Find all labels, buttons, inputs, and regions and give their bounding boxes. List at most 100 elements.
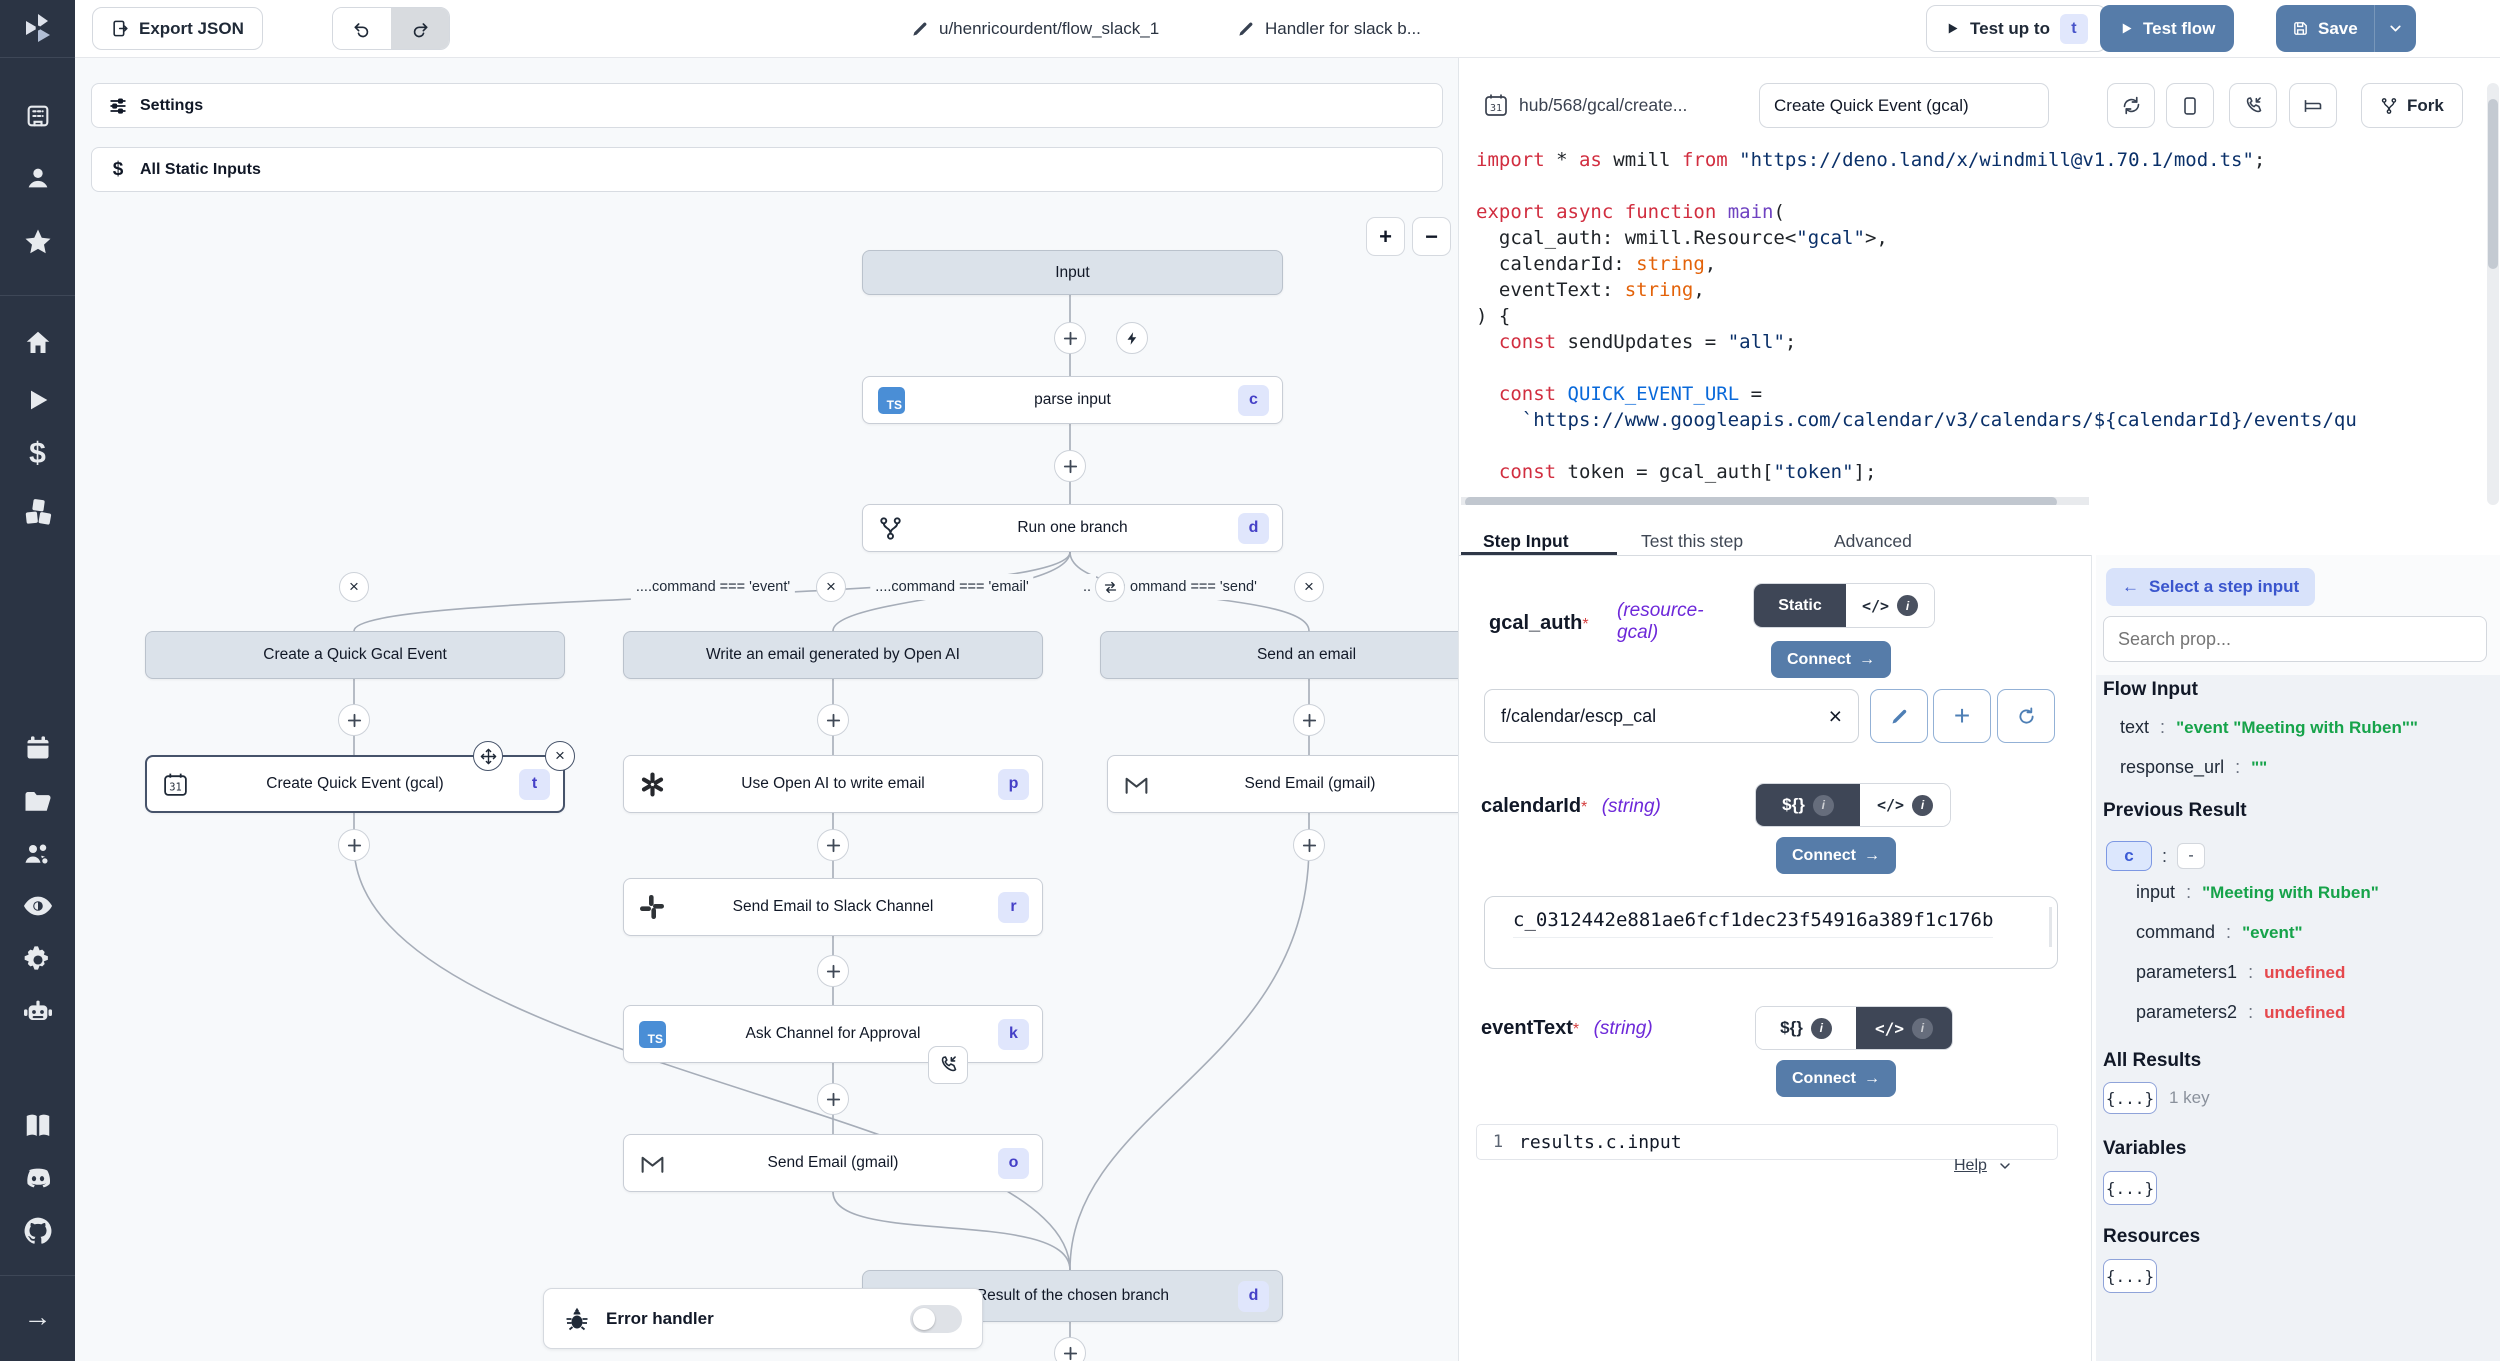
add-step-button[interactable]	[817, 1083, 849, 1115]
static-mode-button[interactable]: Static	[1754, 584, 1846, 627]
sleep-icon-button[interactable]	[2289, 83, 2337, 128]
branch-header[interactable]: Send an email	[1100, 631, 1458, 679]
github-icon[interactable]	[0, 1209, 75, 1253]
add-step-button[interactable]	[338, 829, 370, 861]
export-json-button[interactable]: Export JSON	[92, 7, 263, 50]
audit-eye-icon[interactable]	[0, 884, 75, 928]
calendarid-connect-button[interactable]: Connect→	[1776, 837, 1896, 874]
tab-advanced[interactable]: Advanced	[1834, 519, 1912, 563]
add-step-button[interactable]	[1054, 322, 1086, 354]
company-icon[interactable]	[0, 94, 75, 138]
step-node-openai[interactable]: Use Open AI to write email p	[623, 755, 1043, 813]
step-node-gmail-send[interactable]: Send Email (gmail)	[1107, 755, 1458, 813]
move-step-icon[interactable]	[473, 741, 503, 771]
schedules-calendar-icon[interactable]	[0, 726, 75, 770]
folders-icon[interactable]	[0, 780, 75, 824]
suspend-phone-icon[interactable]	[928, 1046, 968, 1084]
undo-button[interactable]	[333, 8, 391, 49]
clear-resource-icon[interactable]: ×	[1829, 703, 1842, 730]
collapse-arrow-icon[interactable]: →	[0, 1295, 75, 1339]
settings-gear-icon[interactable]	[0, 938, 75, 982]
delete-branch-icon[interactable]: ×	[816, 572, 846, 602]
edit-resource-button[interactable]	[1870, 689, 1928, 743]
prop-row-input[interactable]: input : "Meeting with Ruben"	[2136, 882, 2379, 903]
error-handler-toggle[interactable]	[910, 1305, 962, 1333]
object-badge[interactable]: {...}	[2103, 1082, 2157, 1114]
code-editor[interactable]: import * as wmill from "https://deno.lan…	[1476, 147, 2476, 485]
input-node[interactable]: Input	[862, 250, 1283, 295]
step-node-approval[interactable]: TS Ask Channel for Approval k	[623, 1005, 1043, 1063]
help-link[interactable]: Help	[1954, 1157, 2013, 1175]
prop-row-command[interactable]: command : "event"	[2136, 922, 2303, 943]
add-step-button[interactable]	[817, 829, 849, 861]
star-icon[interactable]	[0, 220, 75, 264]
test-up-to-button[interactable]: Test up to t	[1926, 5, 2107, 52]
step-node-create-quick-event[interactable]: 31 Create Quick Event (gcal) t	[145, 755, 565, 813]
delete-branch-icon[interactable]: ×	[339, 572, 369, 602]
step-node-run-one-branch[interactable]: Run one branch d	[862, 504, 1283, 552]
prop-row-response-url[interactable]: response_url : ""	[2120, 757, 2267, 778]
redo-button[interactable]	[391, 8, 449, 49]
eventtext-connect-button[interactable]: Connect→	[1776, 1060, 1896, 1097]
step-name-input[interactable]	[1759, 83, 2049, 128]
resource-picker-input[interactable]: f/calendar/escp_cal ×	[1484, 689, 1859, 743]
tab-step-input[interactable]: Step Input	[1483, 519, 1569, 563]
flow-path-group[interactable]: u/henricourdent/flow_slack_1	[910, 0, 1159, 57]
template-mode-button[interactable]: ${}i	[1756, 1007, 1856, 1049]
test-flow-button[interactable]: Test flow	[2100, 5, 2234, 52]
object-badge[interactable]: {...}	[2103, 1171, 2157, 1205]
docs-book-icon[interactable]	[0, 1104, 75, 1148]
branch-header[interactable]: Write an email generated by Open AI	[623, 631, 1043, 679]
variables-dollar-icon[interactable]: $	[0, 432, 75, 476]
add-resource-button[interactable]: +	[1933, 689, 1991, 743]
tab-test-this-step[interactable]: Test this step	[1641, 519, 1743, 563]
prop-row-parameters2[interactable]: parameters2 : undefined	[2136, 1002, 2345, 1023]
calendarid-value-editor[interactable]: c_0312442e881ae6fcf1dec23f54916a389f1c17…	[1484, 896, 2058, 969]
branch-header[interactable]: Create a Quick Gcal Event	[145, 631, 565, 679]
template-mode-button[interactable]: ${}i	[1756, 784, 1860, 826]
step-node-parse-input[interactable]: TS parse input c	[862, 376, 1283, 424]
mobile-view-icon-button[interactable]	[2166, 83, 2214, 128]
javascript-mode-button[interactable]: </>i	[1856, 1007, 1952, 1049]
flow-summary-group[interactable]: Handler for slack b...	[1236, 0, 1421, 57]
delete-step-icon[interactable]: ×	[545, 741, 575, 771]
step-c-badge[interactable]: c	[2106, 841, 2152, 871]
ai-robot-icon[interactable]	[0, 990, 75, 1034]
add-step-button[interactable]	[817, 704, 849, 736]
suspend-phone-icon-button[interactable]	[2229, 83, 2277, 128]
add-step-button[interactable]	[1054, 1337, 1086, 1361]
flow-canvas[interactable]: Settings $ All Static Inputs + − Input T…	[75, 57, 1458, 1361]
runs-play-icon[interactable]	[0, 378, 75, 422]
user-icon[interactable]	[0, 156, 75, 200]
gcal-auth-connect-button[interactable]: Connect→	[1771, 641, 1891, 678]
swap-branch-icon[interactable]	[1095, 572, 1125, 602]
collapse-button[interactable]: -	[2177, 843, 2205, 869]
groups-icon[interactable]	[0, 832, 75, 876]
search-prop-input[interactable]	[2103, 616, 2487, 662]
add-step-button[interactable]	[1054, 450, 1086, 482]
trigger-bolt-button[interactable]	[1116, 322, 1148, 354]
delete-branch-icon[interactable]: ×	[1294, 572, 1324, 602]
restart-icon-button[interactable]	[2107, 83, 2155, 128]
home-icon[interactable]	[0, 321, 75, 365]
fork-button[interactable]: Fork	[2361, 83, 2463, 128]
prop-row-text[interactable]: text : "event "Meeting with Ruben""	[2120, 717, 2418, 738]
eventtext-expression-editor[interactable]: 1 results.c.input	[1476, 1124, 2058, 1160]
add-step-button[interactable]	[817, 955, 849, 987]
windmill-logo[interactable]	[0, 6, 75, 50]
add-step-button[interactable]	[1293, 704, 1325, 736]
resources-cubes-icon[interactable]	[0, 490, 75, 534]
prop-row-parameters1[interactable]: parameters1 : undefined	[2136, 962, 2345, 983]
discord-icon[interactable]	[0, 1156, 75, 1200]
add-step-button[interactable]	[338, 704, 370, 736]
error-handler-card[interactable]: Error handler	[543, 1288, 983, 1349]
select-step-input-button[interactable]: ← Select a step input	[2106, 568, 2315, 606]
save-button[interactable]: Save	[2276, 19, 2374, 39]
step-node-slack[interactable]: Send Email to Slack Channel r	[623, 878, 1043, 936]
object-badge[interactable]: {...}	[2103, 1259, 2157, 1293]
javascript-mode-button[interactable]: </>i	[1860, 784, 1950, 826]
refresh-resource-button[interactable]	[1997, 689, 2055, 743]
add-step-button[interactable]	[1293, 829, 1325, 861]
save-more-button[interactable]	[2375, 5, 2416, 52]
javascript-mode-button[interactable]: </>i	[1846, 584, 1934, 627]
